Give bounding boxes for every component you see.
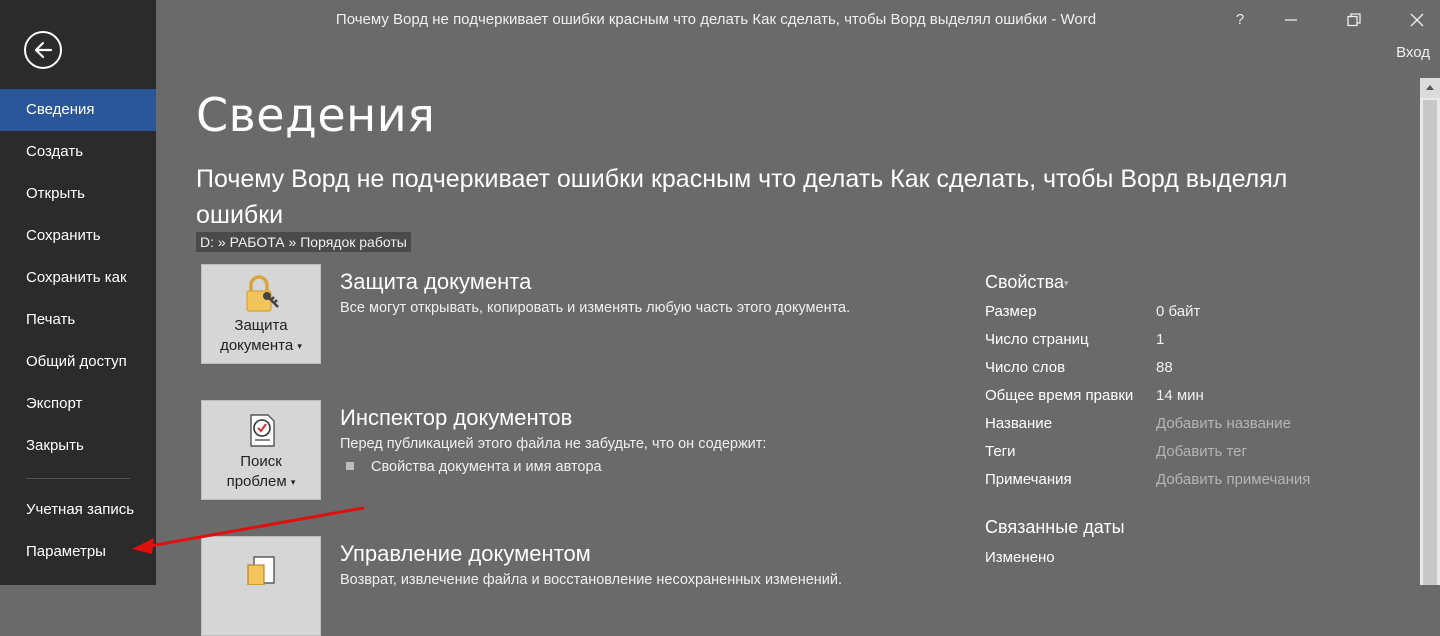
inspect-bullet-text: Свойства документа и имя автора [371, 459, 602, 475]
prop-name-title: Название [985, 415, 1053, 432]
prop-value-edit-time: 14 мин [1156, 387, 1204, 404]
manage-document-heading: Управление документом [340, 541, 591, 566]
inspect-document-desc: Перед публикацией этого файла не забудьт… [340, 436, 767, 452]
manage-document-button[interactable] [201, 536, 321, 636]
related-dates-heading: Связанные даты [985, 517, 1125, 537]
prop-name-comments: Примечания [985, 471, 1072, 488]
lock-key-icon [246, 275, 279, 312]
back-arrow-icon [34, 41, 53, 59]
backstage-sidebar: Сведения Создать Открыть Сохранить Сохра… [0, 0, 156, 585]
prop-value-words: 88 [1156, 359, 1173, 376]
properties-heading-label: Свойства [985, 272, 1065, 292]
prop-name-edit-time: Общее время правки [985, 387, 1134, 404]
sidebar-item-open[interactable]: Открыть [0, 173, 156, 215]
sidebar-item-print[interactable]: Печать [0, 299, 156, 341]
signin-link[interactable]: Вход [1396, 44, 1430, 61]
check-issues-button[interactable]: Поиск проблем ▾ [201, 400, 321, 500]
window-title: Почему Ворд не подчеркивает ошибки красн… [335, 11, 1097, 28]
document-path[interactable]: D: » РАБОТА » Порядок работы [196, 232, 411, 252]
tile-label-line2: проблем [226, 473, 287, 490]
prop-value-pages: 1 [1156, 331, 1165, 348]
sidebar-item-share[interactable]: Общий доступ [0, 341, 156, 383]
dropdown-caret-icon: ▾ [297, 341, 302, 352]
prop-value-size: 0 байт [1156, 303, 1201, 320]
scroll-thumb[interactable] [1423, 100, 1437, 585]
scroll-up-button[interactable] [1420, 78, 1440, 98]
prop-name-words: Число слов [985, 359, 1066, 376]
tile-label-line1: Поиск [240, 453, 282, 470]
sidebar-divider [26, 478, 130, 479]
page-title: Сведения [196, 88, 436, 142]
vertical-scrollbar[interactable] [1420, 78, 1440, 585]
sidebar-item-close[interactable]: Закрыть [0, 425, 156, 467]
protect-document-button[interactable]: Защита документа ▾ [201, 264, 321, 364]
sidebar-item-info[interactable]: Сведения [0, 89, 156, 131]
dropdown-caret-icon: ▾ [290, 477, 296, 488]
document-versions-icon [247, 556, 275, 585]
prop-name-tags: Теги [985, 443, 1016, 460]
protect-document-desc: Все могут открывать, копировать и изменя… [340, 300, 851, 316]
sidebar-item-save[interactable]: Сохранить [0, 215, 156, 257]
back-button[interactable] [24, 31, 62, 69]
inspect-document-heading: Инспектор документов [340, 405, 573, 430]
properties-heading[interactable]: Свойства▾ [985, 272, 1069, 293]
restore-icon [1347, 13, 1361, 27]
close-window-button[interactable] [1402, 8, 1432, 32]
help-button[interactable]: ? [1225, 8, 1255, 32]
manage-document-desc: Возврат, извлечение файла и восстановлен… [340, 572, 843, 588]
tile-label-line1: Защита [234, 317, 288, 334]
sidebar-item-new[interactable]: Создать [0, 131, 156, 173]
minimize-button[interactable] [1276, 8, 1306, 32]
prop-value-title[interactable]: Добавить название [1156, 415, 1291, 432]
sidebar-item-export[interactable]: Экспорт [0, 383, 156, 425]
checklist-icon [250, 414, 275, 447]
minimize-icon [1285, 19, 1297, 21]
sidebar-item-options[interactable]: Параметры [0, 531, 156, 573]
document-title: Почему Ворд не подчеркивает ошибки красн… [196, 165, 1288, 229]
prop-name-pages: Число страниц [985, 331, 1089, 348]
sidebar-item-save-as[interactable]: Сохранить как [0, 257, 156, 299]
tile-label-line2: документа [220, 337, 294, 354]
prop-name-size: Размер [985, 303, 1037, 320]
chevron-up-icon [1426, 85, 1434, 90]
restore-button[interactable] [1339, 8, 1369, 32]
backstage-main: Почему Ворд не подчеркивает ошибки красн… [156, 0, 1440, 636]
dropdown-caret-icon: ▾ [1064, 277, 1069, 288]
protect-document-heading: Защита документа [340, 269, 532, 294]
bullet-marker [346, 462, 354, 470]
sidebar-item-account[interactable]: Учетная запись [0, 489, 156, 531]
prop-name-modified: Изменено [985, 549, 1055, 566]
prop-value-comments[interactable]: Добавить примечания [1156, 471, 1310, 488]
close-icon [1410, 13, 1424, 27]
prop-value-tags[interactable]: Добавить тег [1156, 443, 1247, 460]
